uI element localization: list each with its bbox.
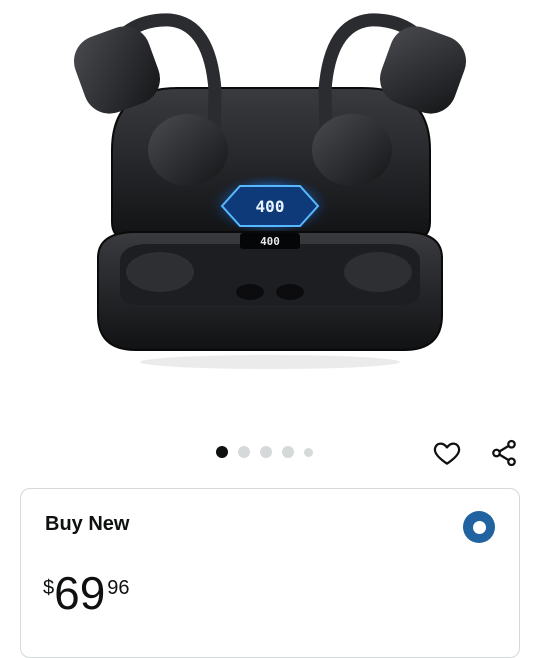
buy-option-title: Buy New <box>45 513 130 535</box>
share-icon <box>492 439 516 467</box>
buy-new-option[interactable]: Buy New $ 69 96 <box>20 488 520 658</box>
buy-new-radio[interactable] <box>463 511 495 543</box>
carousel-dot-5[interactable] <box>304 447 313 457</box>
image-carousel-dots <box>216 446 313 458</box>
share-button[interactable] <box>487 436 521 470</box>
left-earbud <box>148 114 228 186</box>
product-image: 400 400 <box>73 13 467 369</box>
price-currency: $ <box>43 577 55 599</box>
carousel-dot-4[interactable] <box>282 446 294 458</box>
carousel-dot-3[interactable] <box>260 446 272 458</box>
carousel-dot-1[interactable] <box>216 446 228 458</box>
price-fraction: 96 <box>107 577 130 599</box>
battery-display-large: 400 <box>256 197 285 216</box>
right-earbud <box>312 114 392 186</box>
price-whole: 69 <box>54 567 106 619</box>
radio-selected-indicator <box>472 520 486 534</box>
battery-display-small: 400 <box>260 235 280 248</box>
carousel-dot-2[interactable] <box>238 446 250 458</box>
price: $ 69 96 <box>43 569 130 617</box>
heart-icon <box>433 442 461 465</box>
wishlist-button[interactable] <box>430 436 464 470</box>
